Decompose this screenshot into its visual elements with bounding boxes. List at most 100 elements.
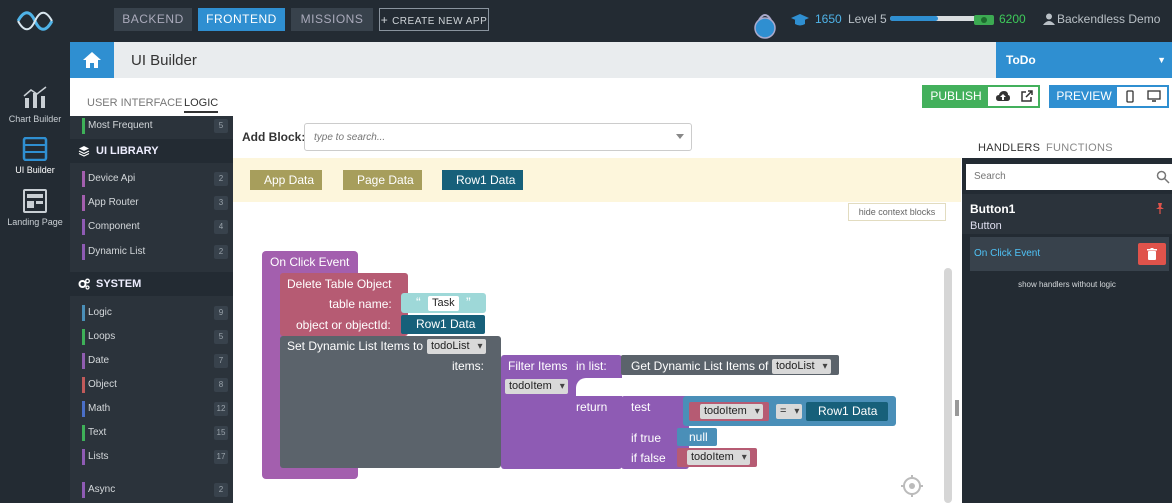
- nav-frontend[interactable]: FRONTEND: [198, 8, 285, 31]
- cloud-upload-icon[interactable]: [996, 90, 1010, 102]
- library-item-count: 12: [214, 402, 228, 416]
- external-link-icon[interactable]: [1021, 90, 1033, 102]
- tab-user-interface[interactable]: USER INTERFACE: [87, 97, 182, 109]
- library-lists[interactable]: Lists 17: [82, 449, 228, 465]
- test-variable-dropdown[interactable]: todoItem: [700, 404, 763, 419]
- user-menu[interactable]: Backendless Demo: [1057, 0, 1160, 42]
- table-name-value[interactable]: Task: [428, 296, 459, 311]
- library-item-label: Most Frequent: [88, 120, 153, 131]
- component-type: Button: [970, 220, 1002, 232]
- library-item-count: 7: [214, 354, 228, 368]
- library-item-label: Loops: [88, 331, 116, 342]
- gears-icon: [78, 278, 90, 290]
- rail-ui-builder[interactable]: UI Builder: [0, 136, 70, 175]
- mobile-icon[interactable]: [1126, 90, 1134, 103]
- recenter-target-icon[interactable]: [900, 474, 924, 498]
- create-new-app-label: CREATE NEW APP: [392, 16, 488, 27]
- handlers-search-input[interactable]: [966, 164, 1172, 190]
- if-true-label: if true: [631, 431, 662, 445]
- library-device-api[interactable]: Device Api 2: [82, 171, 228, 187]
- context-block-row1-data[interactable]: Row1 Data: [442, 170, 524, 190]
- xp-progress-fill: [890, 16, 938, 21]
- desktop-icon[interactable]: [1147, 90, 1161, 102]
- home-icon: [83, 52, 101, 68]
- section-system[interactable]: SYSTEM: [70, 272, 233, 296]
- operator-dropdown[interactable]: =: [776, 404, 803, 419]
- publish-button[interactable]: PUBLISH: [924, 87, 988, 106]
- library-object[interactable]: Object 8: [82, 377, 228, 393]
- event-block-footer: [280, 467, 310, 477]
- null-label: null: [689, 430, 708, 444]
- library-async[interactable]: Async 2: [82, 482, 228, 498]
- library-item-count: 2: [214, 245, 228, 259]
- library-item-label: Device Api: [88, 173, 136, 184]
- library-dynamic-list[interactable]: Dynamic List 2: [82, 244, 228, 260]
- delete-handler-button[interactable]: [1138, 243, 1166, 265]
- section-system-label: SYSTEM: [96, 278, 142, 290]
- nav-missions[interactable]: MISSIONS: [291, 8, 373, 31]
- kettlebell-icon[interactable]: [750, 10, 780, 40]
- user-icon: [1043, 13, 1055, 25]
- rail-chart-builder-label: Chart Builder: [8, 114, 62, 124]
- library-app-router[interactable]: App Router 3: [82, 195, 228, 211]
- workspace-vertical-scrollbar[interactable]: [944, 268, 952, 503]
- context-block-app-data[interactable]: App Data: [250, 170, 323, 190]
- on-click-event-label: On Click Event: [270, 255, 350, 269]
- rail-chart-builder[interactable]: Chart Builder: [0, 86, 70, 124]
- filter-items-label: Filter Items: [508, 359, 568, 373]
- workspace-scroll-handle[interactable]: [955, 400, 959, 416]
- preview-button[interactable]: PREVIEW: [1051, 87, 1117, 106]
- library-item-count: 8: [214, 378, 228, 392]
- pin-icon[interactable]: [1154, 202, 1166, 214]
- show-handlers-without-logic-link[interactable]: show handlers without logic: [962, 280, 1172, 289]
- add-block-label: Add Block:: [242, 130, 306, 144]
- tab-handlers[interactable]: HANDLERS: [978, 142, 1040, 154]
- chevron-down-icon[interactable]: [676, 134, 684, 139]
- xp-progress-bar: [890, 16, 985, 21]
- context-block-page-data[interactable]: Page Data: [343, 170, 422, 190]
- library-date[interactable]: Date 7: [82, 353, 228, 369]
- trash-icon: [1147, 248, 1157, 260]
- library-math[interactable]: Math 12: [82, 401, 228, 417]
- tab-logic[interactable]: LOGIC: [184, 97, 219, 113]
- app-selector[interactable]: ToDo ▼: [996, 42, 1172, 78]
- dynamic-list-dropdown[interactable]: todoList: [427, 339, 486, 354]
- set-dynamic-list-items-block[interactable]: [280, 336, 501, 468]
- library-component[interactable]: Component 4: [82, 219, 228, 235]
- library-loops[interactable]: Loops 5: [82, 329, 228, 345]
- if-false-label: if false: [631, 451, 666, 465]
- library-item-count: 9: [214, 306, 228, 320]
- tab-functions[interactable]: FUNCTIONS: [1046, 142, 1113, 154]
- publish-button-group: PUBLISH: [922, 85, 1040, 108]
- create-new-app-button[interactable]: + CREATE NEW APP: [379, 8, 489, 31]
- rail-landing-page[interactable]: Landing Page: [0, 189, 70, 227]
- backendless-logo-icon[interactable]: [14, 8, 56, 34]
- library-logic[interactable]: Logic 9: [82, 305, 228, 321]
- table-name-label: table name:: [329, 297, 392, 311]
- statement-notch: [576, 378, 622, 396]
- library-most-frequent[interactable]: Most Frequent 5: [82, 118, 228, 134]
- coins-icon: [974, 15, 994, 25]
- preview-button-group: PREVIEW: [1049, 85, 1169, 108]
- ui-builder-icon: [22, 136, 48, 162]
- library-item-count: 5: [214, 119, 228, 133]
- library-text[interactable]: Text 15: [82, 425, 228, 441]
- hide-context-blocks-button[interactable]: hide context blocks: [848, 203, 946, 221]
- chevron-down-icon: ▼: [1157, 55, 1166, 65]
- in-list-label: in list:: [576, 359, 607, 373]
- filter-variable-dropdown[interactable]: todoItem: [505, 379, 568, 394]
- page-title: UI Builder: [131, 52, 197, 69]
- library-item-count: 3: [214, 196, 228, 210]
- handler-event-label[interactable]: On Click Event: [974, 248, 1040, 259]
- nav-backend[interactable]: BACKEND: [114, 8, 192, 31]
- library-item-count: 17: [214, 450, 228, 464]
- library-item-count: 4: [214, 220, 228, 234]
- library-item-label: Async: [88, 484, 116, 495]
- plus-icon: +: [380, 13, 393, 27]
- home-button[interactable]: [70, 42, 114, 78]
- get-list-dropdown[interactable]: todoList: [772, 359, 831, 374]
- false-variable-dropdown[interactable]: todoItem: [687, 450, 750, 465]
- add-block-search-input[interactable]: [304, 123, 692, 151]
- library-item-label: Logic: [88, 307, 112, 318]
- section-ui-library[interactable]: UI LIBRARY: [70, 139, 233, 163]
